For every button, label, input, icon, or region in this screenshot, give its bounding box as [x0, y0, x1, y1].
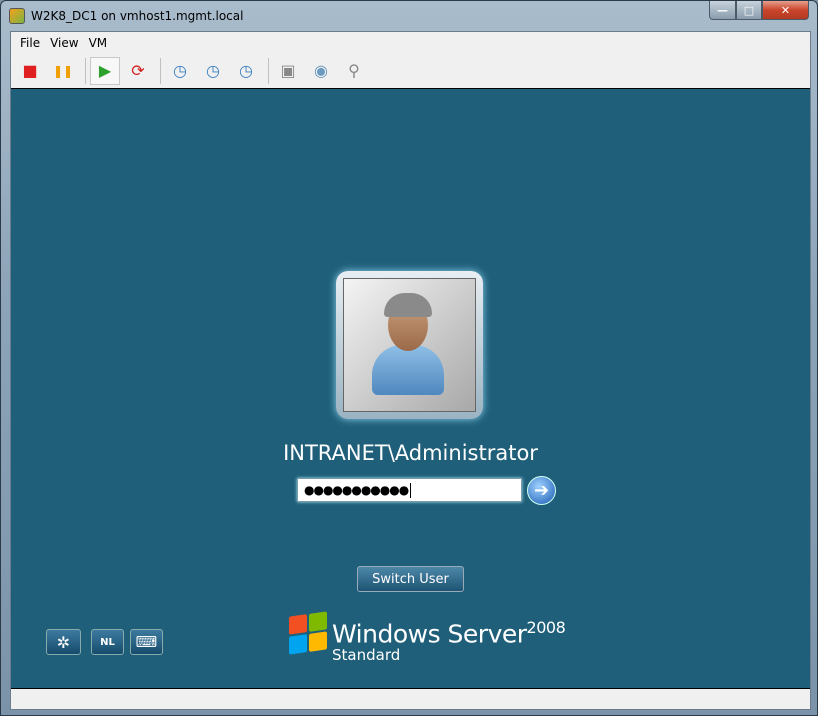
- vm-console-window: W2K8_DC1 on vmhost1.mgmt.local — □ ✕ Fil…: [0, 0, 818, 716]
- usb-settings-icon: ⚲: [348, 61, 360, 80]
- cd-settings-button[interactable]: ◉: [306, 57, 336, 85]
- toolbar-separator: [268, 57, 269, 84]
- user-hair: [384, 293, 432, 317]
- title-bar: W2K8_DC1 on vmhost1.mgmt.local: [9, 6, 243, 26]
- flag-pane: [309, 611, 327, 632]
- revert-snapshot-icon: ◷: [206, 61, 220, 80]
- manage-snapshots-icon: ◷: [239, 61, 253, 80]
- power-off-icon: ■: [22, 61, 38, 80]
- take-snapshot-button[interactable]: ◷: [165, 57, 195, 85]
- maximize-button[interactable]: □: [736, 1, 762, 20]
- password-mask: ●●●●●●●●●●●: [304, 483, 409, 497]
- windows-flag-icon: [289, 611, 327, 655]
- brand-version: 2008: [526, 618, 566, 637]
- cd-settings-icon: ◉: [314, 61, 328, 80]
- user-tile: [336, 271, 483, 419]
- submit-arrow-button[interactable]: ➔: [527, 476, 556, 505]
- language-button[interactable]: NL: [91, 629, 124, 655]
- brand-edition: Standard: [332, 646, 401, 665]
- text-caret: [410, 483, 412, 498]
- password-input[interactable]: ●●●●●●●●●●●: [297, 478, 522, 502]
- switch-user-button[interactable]: Switch User: [357, 566, 464, 592]
- user-body: [372, 345, 444, 395]
- usb-settings-button[interactable]: ⚲: [339, 57, 369, 85]
- menu-bar: File View VM: [11, 32, 810, 54]
- power-off-button[interactable]: ■: [15, 57, 45, 85]
- revert-snapshot-button[interactable]: ◷: [198, 57, 228, 85]
- windows-server-logo: Windows Server2008 Standard: [289, 611, 566, 665]
- close-button[interactable]: ✕: [762, 1, 809, 20]
- menu-vm[interactable]: VM: [89, 36, 108, 50]
- flag-pane: [309, 631, 327, 652]
- brand-name: Windows Server: [332, 619, 527, 649]
- suspend-icon: ❚❚: [52, 63, 74, 78]
- status-bar: [11, 689, 810, 709]
- power-on-button[interactable]: ▶: [90, 56, 120, 85]
- take-snapshot-icon: ◷: [173, 61, 187, 80]
- toolbar: ■ ❚❚ ▶ ⟳ ◷ ◷ ◷ ▣ ◉ ⚲: [11, 54, 810, 87]
- ease-of-access-button[interactable]: ✲: [46, 629, 81, 655]
- floppy-settings-button[interactable]: ▣: [273, 57, 303, 85]
- username-label: INTRANET\Administrator: [283, 441, 538, 465]
- keyboard-icon: ⌨: [135, 633, 158, 651]
- menu-view[interactable]: View: [50, 36, 78, 50]
- vm-screen[interactable]: INTRANET\Administrator ●●●●●●●●●●● ➔ Swi…: [11, 88, 810, 689]
- menu-file[interactable]: File: [20, 36, 40, 50]
- floppy-settings-icon: ▣: [280, 61, 296, 80]
- window-title: W2K8_DC1 on vmhost1.mgmt.local: [31, 9, 244, 23]
- minimize-button[interactable]: —: [709, 1, 736, 20]
- toolbar-separator: [85, 57, 86, 84]
- reset-icon: ⟳: [131, 61, 145, 80]
- flag-pane: [289, 614, 307, 635]
- toolbar-separator: [160, 57, 161, 84]
- ease-of-access-icon: ✲: [56, 632, 71, 652]
- suspend-button[interactable]: ❚❚: [48, 57, 78, 85]
- keyboard-button[interactable]: ⌨: [130, 629, 163, 655]
- manage-snapshots-button[interactable]: ◷: [231, 57, 261, 85]
- client-area: File View VM ■ ❚❚ ▶ ⟳ ◷ ◷ ◷ ▣ ◉ ⚲ INTRANET\Admini…: [10, 31, 811, 710]
- reset-button[interactable]: ⟳: [123, 57, 153, 85]
- power-on-icon: ▶: [98, 61, 112, 80]
- vsphere-app-icon: [9, 8, 25, 24]
- flag-pane: [289, 634, 307, 655]
